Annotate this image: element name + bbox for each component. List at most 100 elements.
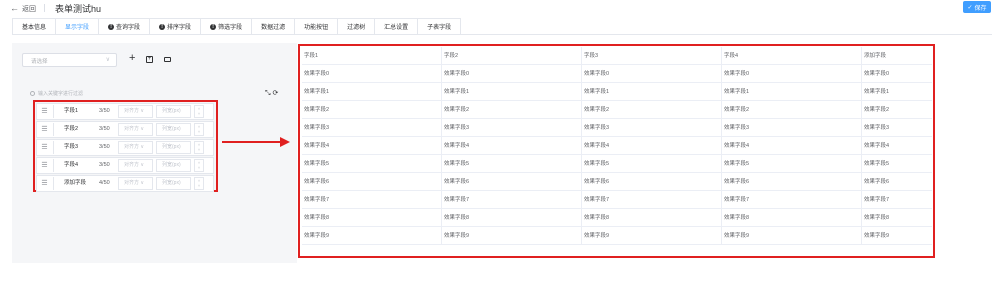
tab-label: 查询字段 (116, 25, 141, 31)
table-cell: 效果字段6 (582, 173, 722, 190)
table-cell: 效果字段4 (582, 137, 722, 154)
field-count: 3/50 (99, 108, 110, 114)
width-stepper[interactable]: ˄ ˅ (194, 159, 204, 172)
table-cell: 效果字段5 (582, 155, 722, 172)
tab-summary-settings[interactable]: 汇总设置 (374, 18, 418, 35)
table-row: 效果字段7 效果字段7 效果字段7 效果字段7 效果字段7 (302, 191, 932, 209)
width-stepper[interactable]: ˄ ˅ (194, 123, 204, 136)
width-input[interactable]: 列宽(px) (156, 105, 191, 118)
align-select[interactable]: 对齐方 ∨ (118, 177, 153, 190)
arrow-right-icon (280, 137, 290, 147)
align-select[interactable]: 对齐方 ∨ (118, 159, 153, 172)
divider (44, 4, 45, 12)
tab-function-buttons[interactable]: 功能按钮 (294, 18, 338, 35)
tab-label: 基本信息 (22, 25, 47, 31)
folder-icon[interactable] (164, 57, 171, 62)
save-button[interactable]: ✓ 保存 (963, 1, 991, 13)
table-cell: 效果字段8 (442, 209, 582, 226)
tab-query-fields[interactable]: ! 查询字段 (98, 18, 150, 35)
tab-display-fields[interactable]: 显示字段 (55, 18, 99, 35)
table-cell: 效果字段6 (442, 173, 582, 190)
back-button[interactable]: ← 返回 (10, 3, 36, 14)
table-cell: 效果字段9 (442, 227, 582, 244)
table-cell: 效果字段1 (302, 83, 442, 100)
add-box-icon[interactable]: + (146, 56, 153, 63)
table-cell: 效果字段4 (864, 143, 890, 149)
table-header-row: 字段1 字段2 字段3 字段4 添加字段 (302, 47, 932, 65)
tab-sort-fields[interactable]: ! 排序字段 (149, 18, 201, 35)
column-header: 字段4 (722, 47, 862, 64)
drag-handle-icon[interactable]: ☰ (38, 104, 51, 119)
table-cell: 效果字段5 (864, 161, 890, 167)
column-header: 字段2 (442, 47, 582, 64)
width-input[interactable]: 列宽(px) (156, 123, 191, 136)
field-count: 4/50 (99, 180, 110, 186)
tab-basic-info[interactable]: 基本信息 (12, 18, 56, 35)
table-row: 效果字段2 效果字段2 效果字段2 效果字段2 效果字段2 (302, 101, 932, 119)
table-cell: 效果字段4 (722, 137, 862, 154)
table-row: 效果字段5 效果字段5 效果字段5 效果字段5 效果字段5 (302, 155, 932, 173)
tab-label: 过滤树 (347, 25, 366, 31)
tab-label: 汇总设置 (384, 25, 409, 31)
table-cell: 效果字段4 (442, 137, 582, 154)
table-cell: 效果字段7 (442, 191, 582, 208)
info-icon: ! (210, 23, 217, 30)
top-bar: ← 返回 表单测试hu ✓ 保存 (0, 0, 995, 16)
width-input[interactable]: 列宽(px) (156, 177, 191, 190)
table-cell: 效果字段2 (582, 101, 722, 118)
field-name[interactable]: 字段3 (53, 141, 101, 154)
field-name[interactable]: 字段2 (53, 123, 101, 136)
field-select[interactable]: 请选择 ∨ (22, 53, 117, 67)
align-placeholder: 对齐方 (124, 162, 140, 168)
tab-filter-tree[interactable]: 过滤树 (337, 18, 375, 35)
table-cell: 效果字段1 (442, 83, 582, 100)
width-input[interactable]: 列宽(px) (156, 159, 191, 172)
field-name[interactable]: 添加字段 (53, 177, 101, 190)
table-cell: 效果字段1 (582, 83, 722, 100)
table-cell: 效果字段5 (442, 155, 582, 172)
align-select[interactable]: 对齐方 ∨ (118, 105, 153, 118)
table-cell: 效果字段7 (864, 197, 890, 203)
tab-subtable-fields[interactable]: 子表字段 (417, 18, 462, 35)
table-cell: 效果字段5 (722, 155, 862, 172)
tab-filter-fields[interactable]: ! 筛选字段 (200, 18, 252, 35)
info-icon: ! (108, 23, 115, 30)
drag-handle-icon[interactable]: ☰ (38, 140, 51, 155)
table-row: 效果字段0 效果字段0 效果字段0 效果字段0 效果字段0 (302, 65, 932, 83)
refresh-icon[interactable]: ⤡ ⟳ (265, 89, 278, 98)
drag-handle-icon[interactable]: ☰ (38, 158, 51, 173)
table-cell: 效果字段2 (722, 101, 862, 118)
width-input[interactable]: 列宽(px) (156, 141, 191, 154)
filter-input[interactable]: 输入关键字进行过滤 (30, 90, 83, 97)
width-placeholder: 列宽(px) (162, 144, 181, 150)
tab-label: 筛选字段 (218, 25, 243, 31)
table-row: 效果字段4 效果字段4 效果字段4 效果字段4 效果字段4 (302, 137, 932, 155)
column-header: 添加字段 (864, 53, 887, 59)
field-name[interactable]: 字段4 (53, 159, 101, 172)
align-select[interactable]: 对齐方 ∨ (118, 141, 153, 154)
table-row: 效果字段6 效果字段6 效果字段6 效果字段6 效果字段6 (302, 173, 932, 191)
drag-handle-icon[interactable]: ☰ (38, 176, 51, 191)
tab-label: 显示字段 (65, 25, 90, 31)
table-cell: 效果字段6 (722, 173, 862, 190)
align-placeholder: 对齐方 (124, 126, 140, 132)
width-stepper[interactable]: ˄ ˅ (194, 105, 204, 118)
field-row: ☰ 字段4 3/50 对齐方 ∨ 列宽(px) ˄ ˅ (36, 157, 214, 174)
annotation-arrow (222, 141, 282, 143)
drag-handle-icon[interactable]: ☰ (38, 122, 51, 137)
table-cell: 效果字段8 (864, 215, 890, 221)
table-cell: 效果字段0 (582, 65, 722, 82)
table-cell: 效果字段9 (582, 227, 722, 244)
table-cell: 效果字段7 (582, 191, 722, 208)
table-cell: 效果字段3 (442, 119, 582, 136)
align-select[interactable]: 对齐方 ∨ (118, 123, 153, 136)
table-cell: 效果字段9 (722, 227, 862, 244)
field-name[interactable]: 字段1 (53, 105, 101, 118)
preview-table: 字段1 字段2 字段3 字段4 添加字段 效果字段0 效果字段0 效果字段0 效果字段… (302, 47, 932, 245)
add-icon[interactable]: + (129, 52, 135, 64)
width-stepper[interactable]: ˄ ˅ (194, 141, 204, 154)
table-row: 效果字段9 效果字段9 效果字段9 效果字段9 效果字段9 (302, 227, 932, 245)
tab-data-filter[interactable]: 数据过滤 (251, 18, 295, 35)
align-placeholder: 对齐方 (124, 180, 140, 186)
width-stepper[interactable]: ˄ ˅ (194, 177, 204, 190)
